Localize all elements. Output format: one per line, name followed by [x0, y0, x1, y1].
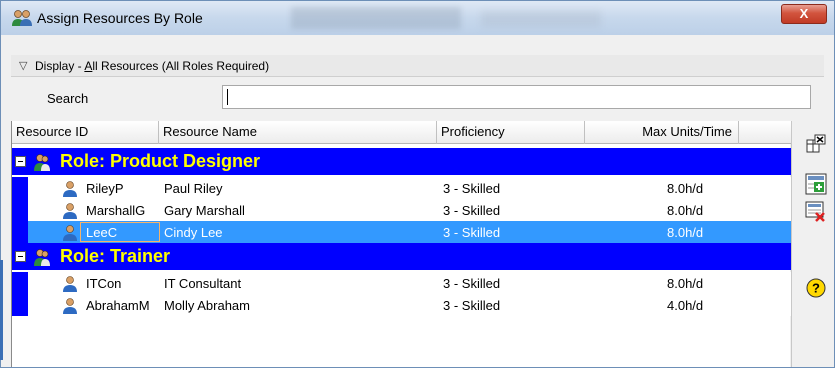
- action-toolbar: ?: [791, 121, 834, 367]
- resources-app-icon: [12, 10, 32, 26]
- person-icon: [63, 225, 77, 241]
- resource-id: MarshallG: [86, 203, 146, 218]
- role-label: Role: Product Designer: [60, 151, 261, 171]
- resource-max-units: 8.0h/d: [667, 203, 704, 218]
- remove-resource-icon[interactable]: [805, 201, 827, 223]
- resource-proficiency: 3 - Skilled: [443, 298, 501, 313]
- search-row: Search: [11, 80, 824, 114]
- search-label: Search: [47, 91, 89, 106]
- resource-row[interactable]: ITCon IT Consultant 3 - Skilled 8.0h/d: [12, 272, 791, 294]
- person-icon: [63, 276, 77, 292]
- resource-id: AbrahamM: [86, 298, 150, 313]
- row-gutter: [12, 294, 28, 316]
- role-group-row[interactable]: Role: Product Designer: [12, 148, 791, 175]
- resource-name: Cindy Lee: [164, 225, 223, 240]
- resource-proficiency: 3 - Skilled: [443, 225, 501, 240]
- row-gutter: [12, 221, 28, 243]
- close-button[interactable]: X: [781, 4, 827, 24]
- chevron-down-icon[interactable]: ▽: [19, 59, 27, 72]
- text-caret: [227, 89, 228, 105]
- title-bar[interactable]: Assign Resources By Role X: [1, 1, 834, 35]
- resource-id: ITCon: [86, 276, 122, 291]
- resource-id: RileyP: [86, 181, 124, 196]
- display-rest: ll Resources (All Roles Required): [92, 59, 270, 73]
- person-icon: [63, 203, 77, 219]
- resource-proficiency: 3 - Skilled: [443, 203, 501, 218]
- resource-max-units: 8.0h/d: [667, 225, 704, 240]
- resource-row[interactable]: RileyP Paul Riley 3 - Skilled 8.0h/d: [12, 177, 791, 199]
- resource-name: IT Consultant: [164, 276, 242, 291]
- collapse-icon[interactable]: [15, 156, 26, 167]
- help-icon[interactable]: ?: [805, 277, 827, 299]
- svg-text:?: ?: [812, 281, 820, 296]
- resource-row[interactable]: AbrahamM Molly Abraham 3 - Skilled 4.0h/…: [12, 294, 791, 316]
- role-group-row[interactable]: Role: Trainer: [12, 243, 791, 270]
- row-gutter: [12, 199, 28, 221]
- resource-row[interactable]: MarshallG Gary Marshall 3 - Skilled 8.0h…: [12, 199, 791, 221]
- resource-proficiency: 3 - Skilled: [443, 276, 501, 291]
- customize-columns-icon[interactable]: [805, 133, 827, 155]
- person-icon: [63, 298, 77, 314]
- window-title: Assign Resources By Role: [37, 10, 203, 26]
- collapse-icon[interactable]: [15, 251, 26, 262]
- resource-id[interactable]: LeeC: [86, 225, 117, 240]
- display-filter-bar[interactable]: ▽ Display - All Resources (All Roles Req…: [11, 55, 824, 77]
- role-group-icon: [34, 249, 50, 266]
- display-filter-label[interactable]: Display - All Resources (All Roles Requi…: [35, 59, 269, 73]
- display-prefix: Display -: [35, 59, 85, 73]
- resource-name: Gary Marshall: [164, 203, 245, 218]
- assign-resources-dialog: Assign Resources By Role X ▽ Display - A…: [0, 0, 835, 368]
- person-icon: [63, 181, 77, 197]
- grid-header: Resource ID Resource Name Proficiency Ma…: [12, 121, 791, 144]
- role-label: Role: Trainer: [60, 246, 171, 266]
- resource-row-selected[interactable]: LeeC Cindy Lee 3 - Skilled 8.0h/d: [12, 221, 791, 243]
- column-header-proficiency[interactable]: Proficiency: [437, 121, 585, 144]
- row-gutter: [12, 272, 28, 294]
- add-resource-icon[interactable]: [805, 173, 827, 195]
- resource-max-units: 8.0h/d: [667, 276, 704, 291]
- resource-max-units: 4.0h/d: [667, 298, 704, 313]
- resource-proficiency: 3 - Skilled: [443, 181, 501, 196]
- search-input[interactable]: [222, 85, 811, 109]
- column-header-resource-id[interactable]: Resource ID: [12, 121, 159, 144]
- resources-grid[interactable]: Resource ID Resource Name Proficiency Ma…: [11, 121, 791, 367]
- column-header-resource-name[interactable]: Resource Name: [159, 121, 437, 144]
- resource-name: Paul Riley: [164, 181, 223, 196]
- role-group-icon: [34, 154, 50, 171]
- column-header-max-units[interactable]: Max Units/Time: [585, 121, 739, 144]
- resource-max-units: 8.0h/d: [667, 181, 704, 196]
- row-gutter: [12, 177, 28, 199]
- resource-name: Molly Abraham: [164, 298, 250, 313]
- window-left-accent: [0, 260, 3, 360]
